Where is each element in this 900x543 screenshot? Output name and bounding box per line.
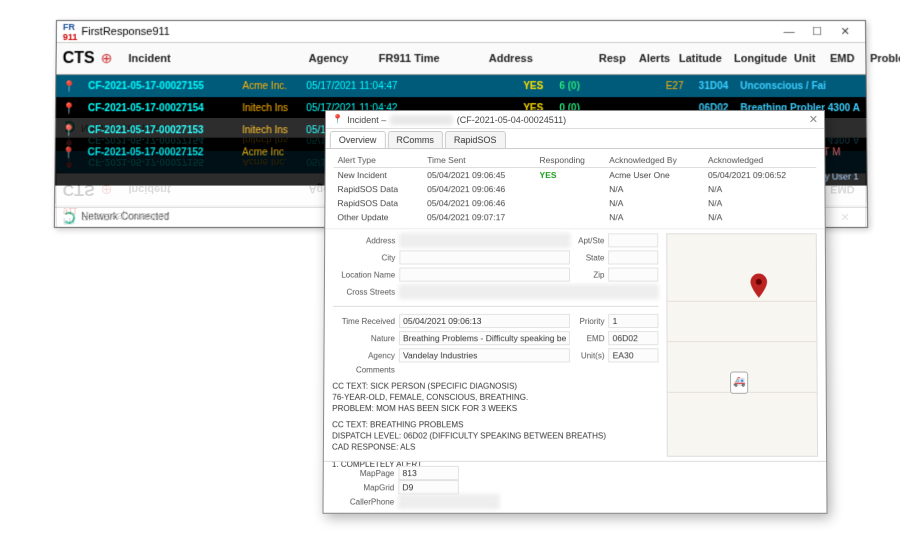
maximize-button[interactable]: ☐ (803, 21, 831, 42)
pin-icon: 📍 (56, 119, 82, 141)
redacted: xxxxx (390, 114, 453, 124)
col-emd[interactable]: EMD (824, 53, 864, 65)
cell-unit: E27 (660, 75, 693, 97)
col-alerts[interactable]: Alerts (633, 53, 673, 65)
alert-row[interactable]: Other Update05/04/2021 09:07:17N/AN/A (333, 210, 816, 224)
col-resp[interactable]: Resp (593, 53, 633, 65)
cell-address (407, 75, 517, 97)
mapgrid-field[interactable]: D9 (398, 480, 459, 494)
alert-row[interactable]: RapidSOS Data05/04/2021 09:06:46N/AN/A (333, 196, 816, 210)
col-longitude[interactable]: Longitude (728, 53, 788, 65)
medical-icon: ⊕ (101, 50, 113, 67)
agency-field[interactable]: Vandelay Industries (399, 348, 570, 362)
incident-dialog: 📍 Incident – xxxxx (CF-2021-05-04-000245… (322, 110, 827, 514)
col-responding: Responding (535, 153, 605, 168)
cell-resp: YES (517, 75, 553, 97)
minimize-button[interactable]: — (775, 21, 803, 42)
cell-fr911: 05/17/2021 11:04:47 (300, 75, 407, 97)
col-alert-type: Alert Type (334, 153, 424, 168)
app-title: FirstResponse911 (81, 25, 775, 37)
pin-icon: 📍 (332, 114, 343, 125)
details-fields: Addressxxxx Apt/Ste City State Location … (332, 233, 659, 456)
cell-agency: Acme Inc. (236, 75, 300, 97)
col-problem[interactable]: Problem (864, 53, 900, 65)
map-unit-marker: 🚑 (730, 371, 748, 393)
col-ack: Acknowledged (704, 153, 816, 168)
state-field[interactable] (608, 250, 658, 264)
nature-field[interactable]: Breathing Problems - Difficulty speaking… (399, 331, 570, 345)
app-logo: FR911 (63, 21, 78, 41)
table-row[interactable]: 📍 CF-2021-05-17-00027155 Acme Inc. 05/17… (56, 75, 866, 97)
dialog-tabs: Overview RComms RapidSOS (326, 129, 824, 149)
col-address[interactable]: Address (483, 53, 593, 65)
cross-streets-field[interactable]: xxxx (399, 285, 659, 299)
dialog-title-prefix: Incident – (347, 114, 386, 124)
map-panel[interactable]: 🚑 (667, 233, 818, 456)
dialog-titlebar: 📍 Incident – xxxxx (CF-2021-05-04-000245… (326, 111, 824, 129)
col-unit[interactable]: Unit (788, 53, 824, 65)
priority-field[interactable]: 1 (609, 314, 659, 328)
column-header-row: CTS ⊕ Incident Agency FR911 Time Address… (56, 43, 865, 75)
apt-field[interactable] (608, 233, 658, 247)
col-latitude[interactable]: Latitude (673, 53, 728, 65)
cts-label: CTS (63, 50, 95, 68)
cell-problem: Unconscious / Fai (734, 75, 866, 97)
emd-field[interactable]: 06D02 (609, 331, 659, 345)
sync-icon (63, 211, 75, 223)
bottom-fields: MapPage813 MapGridD9 CallerPhonexxxx (323, 461, 826, 513)
pin-icon: 📍 (56, 75, 82, 97)
cell-emd: 31D04 (693, 75, 735, 97)
alert-row[interactable]: RapidSOS Data05/04/2021 09:06:46N/AN/A (333, 182, 816, 196)
network-status: Network Connected (81, 212, 169, 223)
location-name-field[interactable] (399, 268, 570, 282)
units-field[interactable]: EA30 (609, 348, 659, 362)
close-button[interactable]: ✕ (831, 21, 859, 42)
dialog-title-suffix: (CF-2021-05-04-00024511) (457, 114, 566, 124)
map-marker-icon (749, 274, 767, 298)
tab-overview[interactable]: Overview (330, 131, 386, 148)
callerphone-field[interactable]: xxxx (398, 494, 499, 508)
zip-field[interactable] (609, 268, 659, 282)
col-agency[interactable]: Agency (303, 53, 373, 65)
titlebar: FR911 FirstResponse911 — ☐ ✕ (57, 21, 865, 43)
dialog-close-button[interactable]: ✕ (809, 113, 818, 126)
time-received-field[interactable]: 05/04/2021 09:06:13 (399, 314, 570, 328)
tab-rapidsos[interactable]: RapidSOS (445, 131, 506, 148)
col-time-sent: Time Sent (423, 153, 535, 168)
city-field[interactable] (399, 250, 570, 264)
tab-rcomms[interactable]: RComms (387, 131, 443, 148)
pin-icon: 📍 (56, 141, 82, 163)
col-incident[interactable]: Incident (122, 53, 302, 65)
cell-incident: CF-2021-05-17-00027155 (82, 75, 236, 97)
alert-row[interactable]: New Incident05/04/2021 09:06:45YESAcme U… (334, 168, 817, 183)
address-field[interactable]: xxxx (399, 233, 570, 247)
pin-icon: 📍 (56, 97, 82, 119)
alerts-panel: Alert Type Time Sent Responding Acknowle… (325, 149, 824, 228)
mappage-field[interactable]: 813 (398, 466, 459, 480)
col-fr911-time[interactable]: FR911 Time (373, 53, 483, 65)
col-ack-by: Acknowledged By (605, 153, 704, 168)
cell-alerts: 6 (0) (553, 75, 589, 97)
